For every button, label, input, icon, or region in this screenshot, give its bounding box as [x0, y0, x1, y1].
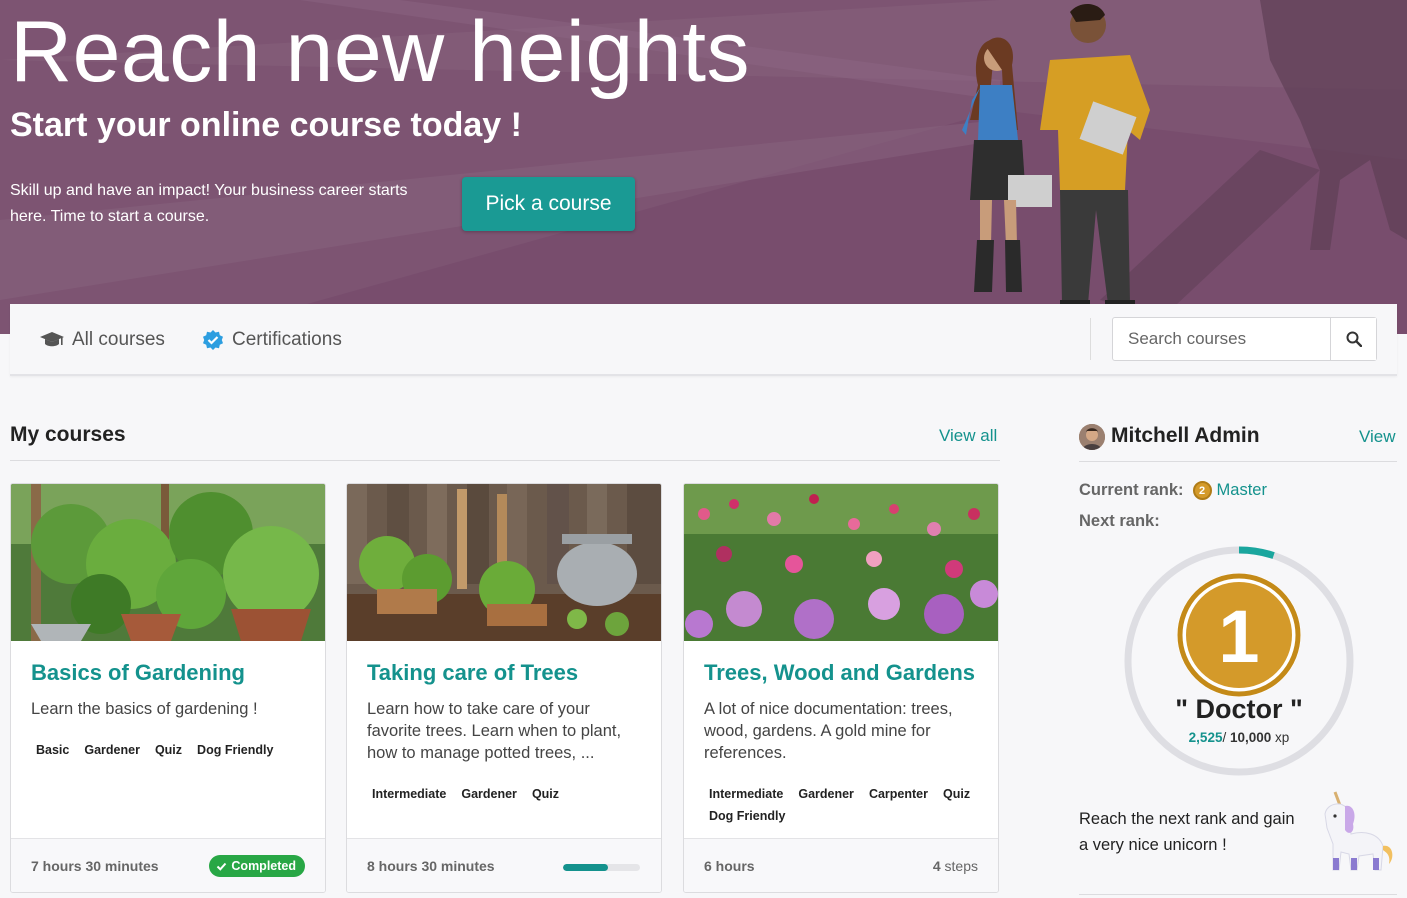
current-rank-row: Current rank: 2 Master	[1079, 481, 1267, 500]
section-divider	[10, 460, 1000, 461]
nav-certifications-label: Certifications	[232, 329, 342, 350]
profile-name[interactable]: Mitchell Admin	[1111, 424, 1260, 448]
xp-current: 2,525	[1188, 730, 1223, 745]
profile-divider	[1079, 461, 1397, 462]
nav-all-courses-label: All courses	[72, 329, 165, 350]
course-tag[interactable]: Basic	[31, 740, 74, 760]
next-rank-medal-icon: 1	[1177, 573, 1301, 697]
hero-title: Reach new heights	[10, 4, 750, 100]
next-rank-name: " Doctor "	[1175, 694, 1303, 724]
reward-text: Reach the next rank and gain a very nice…	[1079, 810, 1295, 854]
avatar[interactable]	[1079, 424, 1105, 450]
course-steps-label: steps	[944, 858, 978, 874]
course-footer: 6 hours 4 steps	[684, 838, 998, 892]
course-tags: Intermediate Gardener Quiz	[367, 784, 652, 804]
view-all-link[interactable]: View all	[939, 426, 997, 446]
courses-navbar: All courses Certifications	[10, 304, 1397, 376]
course-duration: 7 hours 30 minutes	[31, 858, 159, 874]
course-description: Learn the basics of gardening !	[31, 700, 258, 718]
next-rank-label: Next rank:	[1079, 512, 1160, 530]
xp-counter: 2,525/ 10,000 xp	[1122, 730, 1356, 745]
search-input[interactable]	[1113, 318, 1330, 360]
course-description: Learn how to take care of your favorite …	[367, 700, 622, 762]
completed-badge-label: Completed	[231, 859, 296, 873]
course-tags: Basic Gardener Quiz Dog Friendly	[31, 740, 316, 760]
profile-view-link[interactable]: View	[1359, 427, 1396, 447]
course-duration: 6 hours	[704, 858, 755, 874]
next-rank-number: 1	[1218, 595, 1259, 678]
pick-course-button[interactable]: Pick a course	[462, 177, 635, 231]
hero-description: Skill up and have an impact! Your busine…	[10, 182, 408, 225]
garden-tools-photo	[347, 484, 661, 641]
course-title[interactable]: Trees, Wood and Gardens	[704, 660, 975, 686]
flower-field-photo	[684, 484, 998, 641]
current-rank-label: Current rank:	[1079, 481, 1184, 499]
hero-banner: Reach new heights Start your online cour…	[0, 0, 1407, 334]
course-title[interactable]: Taking care of Trees	[367, 660, 578, 686]
course-card-taking-care-of-trees[interactable]: Taking care of Trees Learn how to take c…	[346, 483, 662, 893]
course-tag[interactable]: Intermediate	[704, 784, 788, 804]
course-steps: 4 steps	[933, 858, 978, 874]
next-rank-row: Next rank:	[1079, 512, 1160, 531]
course-card-basics-of-gardening[interactable]: Basics of Gardening Learn the basics of …	[10, 483, 326, 893]
verified-check-icon	[203, 330, 223, 350]
search-button[interactable]	[1330, 318, 1376, 360]
magnifier-icon	[1346, 331, 1362, 347]
garden-plants-photo	[11, 484, 325, 641]
course-tag[interactable]: Dog Friendly	[192, 740, 278, 760]
course-card-trees-wood-gardens[interactable]: Trees, Wood and Gardens A lot of nice do…	[683, 483, 999, 893]
xp-separator: /	[1222, 730, 1230, 745]
nav-divider	[1090, 318, 1091, 360]
course-progress-bar	[563, 864, 640, 871]
check-icon	[217, 862, 227, 871]
course-tag[interactable]: Gardener	[79, 740, 145, 760]
xp-total: 10,000	[1229, 730, 1272, 745]
course-footer: 8 hours 30 minutes	[347, 838, 661, 892]
hero-subtitle: Start your online course today !	[10, 106, 522, 144]
course-title[interactable]: Basics of Gardening	[31, 660, 245, 686]
course-tag[interactable]: Intermediate	[367, 784, 451, 804]
hero-people-illustration	[962, 0, 1407, 320]
course-tag[interactable]: Quiz	[527, 784, 564, 804]
course-description: A lot of nice documentation: trees, wood…	[704, 700, 953, 762]
course-tag[interactable]: Quiz	[938, 784, 975, 804]
nav-certifications[interactable]: Certifications	[202, 326, 342, 354]
course-steps-count: 4	[932, 858, 941, 874]
rank-medal-icon: 2	[1192, 481, 1212, 500]
course-progress-fill	[563, 864, 608, 871]
my-courses-title: My courses	[10, 423, 126, 446]
course-tag[interactable]: Gardener	[793, 784, 859, 804]
completed-badge: Completed	[209, 855, 305, 877]
profile-divider-bottom	[1079, 894, 1397, 895]
course-tags: Intermediate Gardener Carpenter Quiz Dog…	[704, 784, 989, 826]
unicorn-icon	[1324, 791, 1393, 871]
search-form	[1112, 317, 1377, 361]
current-rank-value[interactable]: Master	[1217, 481, 1267, 500]
xp-unit: xp	[1275, 730, 1290, 745]
course-tag[interactable]: Dog Friendly	[704, 806, 790, 826]
course-footer: 7 hours 30 minutes Completed	[11, 838, 325, 892]
nav-all-courses[interactable]: All courses	[40, 326, 165, 354]
course-tag[interactable]: Gardener	[456, 784, 522, 804]
course-tag[interactable]: Carpenter	[864, 784, 933, 804]
course-duration: 8 hours 30 minutes	[367, 858, 495, 874]
course-tag[interactable]: Quiz	[150, 740, 187, 760]
graduation-cap-icon	[40, 332, 64, 347]
